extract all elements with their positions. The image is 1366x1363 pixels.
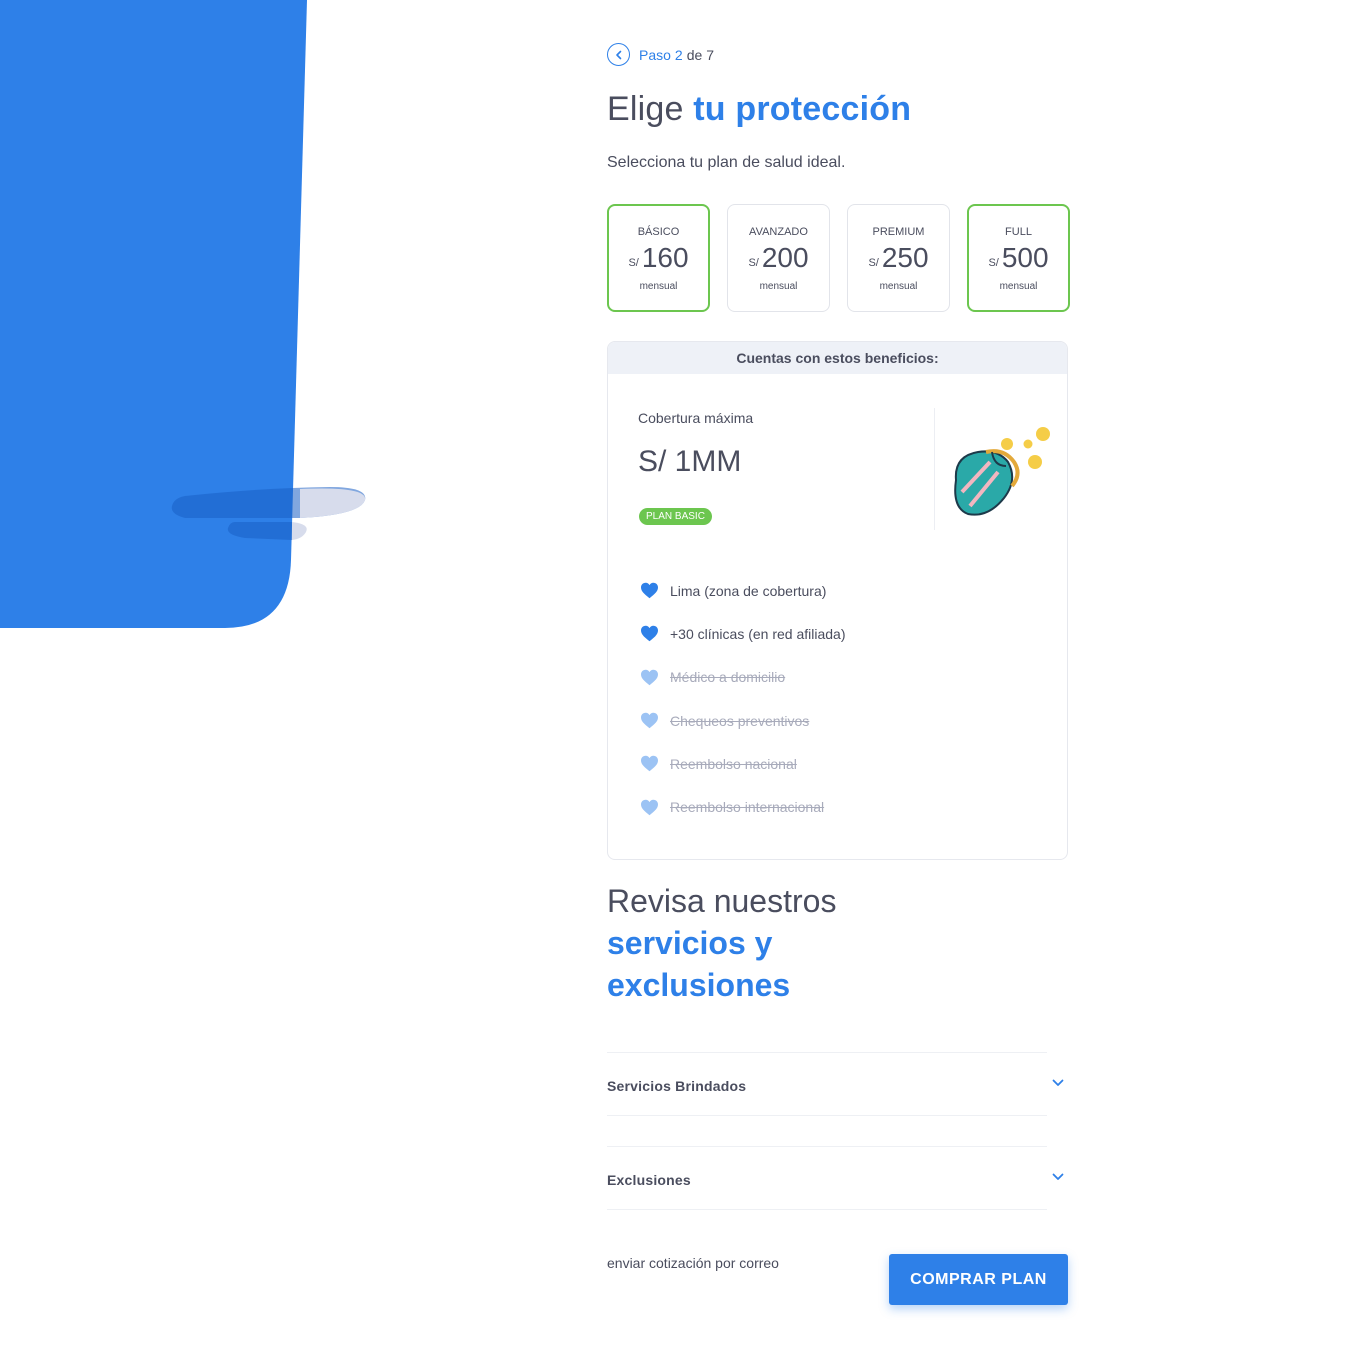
benefit-item: Lima (zona de cobertura) xyxy=(640,569,846,612)
title-lead: Elige xyxy=(607,90,684,128)
benefit-label: +30 clínicas (en red afiliada) xyxy=(670,625,846,642)
plan-price: S/160 xyxy=(609,243,708,273)
decorative-blue-panel xyxy=(0,0,370,630)
benefits-header: Cuentas con estos beneficios: xyxy=(608,342,1067,374)
accordion-exclusiones[interactable]: Exclusiones xyxy=(607,1146,1068,1210)
accordion-divider xyxy=(607,1146,1047,1147)
plan-badge: PLAN BASIC xyxy=(639,508,712,525)
send-quote-email-link[interactable]: enviar cotización por correo xyxy=(607,1255,779,1271)
coin-purse-illustration xyxy=(954,427,1050,516)
review-highlight-2: exclusiones xyxy=(607,967,791,1003)
plan-card[interactable]: PREMIUM S/250 mensual xyxy=(847,204,950,312)
plan-card[interactable]: FULL S/500 mensual xyxy=(967,204,1070,312)
plan-period: mensual xyxy=(759,281,798,292)
plan-selector: BÁSICO S/160 mensual AVANZADO S/200 mensual PR… xyxy=(607,204,1070,312)
plan-currency: S/ xyxy=(868,257,879,269)
back-button[interactable] xyxy=(607,43,630,66)
benefit-label: Reembolso internacional xyxy=(670,799,825,816)
plan-currency: S/ xyxy=(628,257,639,269)
plan-period: mensual xyxy=(639,281,678,292)
chevron-down-icon xyxy=(1052,1173,1064,1180)
chevron-left-icon xyxy=(615,50,621,59)
vertical-divider xyxy=(934,408,935,530)
heart-icon xyxy=(641,669,658,685)
accordion-divider xyxy=(607,1209,1047,1210)
review-heading: Revisa nuestros servicios y exclusiones xyxy=(607,880,836,1006)
buy-plan-button[interactable]: COMPRAR PLAN xyxy=(889,1254,1068,1305)
plan-period: mensual xyxy=(999,281,1038,292)
accordion-divider xyxy=(607,1052,1047,1053)
plan-currency: S/ xyxy=(988,257,999,269)
title-highlight: tu protección xyxy=(693,90,912,128)
step-current: 2 xyxy=(674,46,683,63)
review-lead: Revisa nuestros xyxy=(607,883,837,919)
plan-currency: S/ xyxy=(748,257,759,269)
benefit-label: Lima (zona de cobertura) xyxy=(670,582,827,599)
plan-amount: 250 xyxy=(881,242,929,273)
step-of: de xyxy=(686,46,703,63)
plan-amount: 160 xyxy=(641,242,689,273)
plan-period: mensual xyxy=(879,281,918,292)
benefit-item: Reembolso internacional xyxy=(640,785,846,828)
review-highlight-1: servicios y xyxy=(607,925,773,961)
plan-amount: 200 xyxy=(761,242,809,273)
accordion-divider xyxy=(607,1115,1047,1116)
accordion-label: Exclusiones xyxy=(607,1172,691,1188)
plan-card[interactable]: AVANZADO S/200 mensual xyxy=(727,204,830,312)
coverage-value: S/ 1MM xyxy=(638,445,742,478)
plan-price: S/250 xyxy=(848,243,949,273)
page-subtitle: Selecciona tu plan de salud ideal. xyxy=(607,154,846,171)
accordion-label: Servicios Brindados xyxy=(607,1078,747,1094)
heart-icon xyxy=(641,712,658,729)
benefit-label: Reembolso nacional xyxy=(670,755,797,772)
benefit-item: Médico a domicilio xyxy=(640,656,846,699)
heart-icon xyxy=(641,756,658,772)
heart-icon xyxy=(641,799,658,815)
heart-icon xyxy=(641,582,658,599)
benefits-card: Cuentas con estos beneficios: Cobertura … xyxy=(607,341,1068,860)
benefit-item: Reembolso nacional xyxy=(640,742,846,785)
coverage-label: Cobertura máxima xyxy=(638,410,754,426)
plan-price: S/500 xyxy=(969,243,1068,273)
plan-card[interactable]: BÁSICO S/160 mensual xyxy=(607,204,710,312)
step-indicator: Paso 2 de 7 xyxy=(607,43,714,66)
step-total: 7 xyxy=(706,46,714,63)
benefits-list: Lima (zona de cobertura) +30 clínicas (en… xyxy=(640,569,846,829)
plan-name: BÁSICO xyxy=(637,226,680,238)
benefit-label: Médico a domicilio xyxy=(670,669,786,686)
plan-price: S/200 xyxy=(728,243,829,273)
plan-name: AVANZADO xyxy=(749,226,808,238)
heart-icon xyxy=(641,626,658,642)
step-label: Paso xyxy=(639,46,671,63)
plan-name: FULL xyxy=(1005,226,1032,238)
benefit-item: Chequeos preventivos xyxy=(640,699,846,742)
page-title: Elige tu protección xyxy=(607,90,911,129)
chevron-down-icon xyxy=(1052,1079,1064,1086)
plan-amount: 500 xyxy=(1001,242,1049,273)
plan-name: PREMIUM xyxy=(872,226,925,238)
accordion-servicios[interactable]: Servicios Brindados xyxy=(607,1052,1068,1116)
benefit-item: +30 clínicas (en red afiliada) xyxy=(640,612,846,655)
benefit-label: Chequeos preventivos xyxy=(670,712,810,729)
